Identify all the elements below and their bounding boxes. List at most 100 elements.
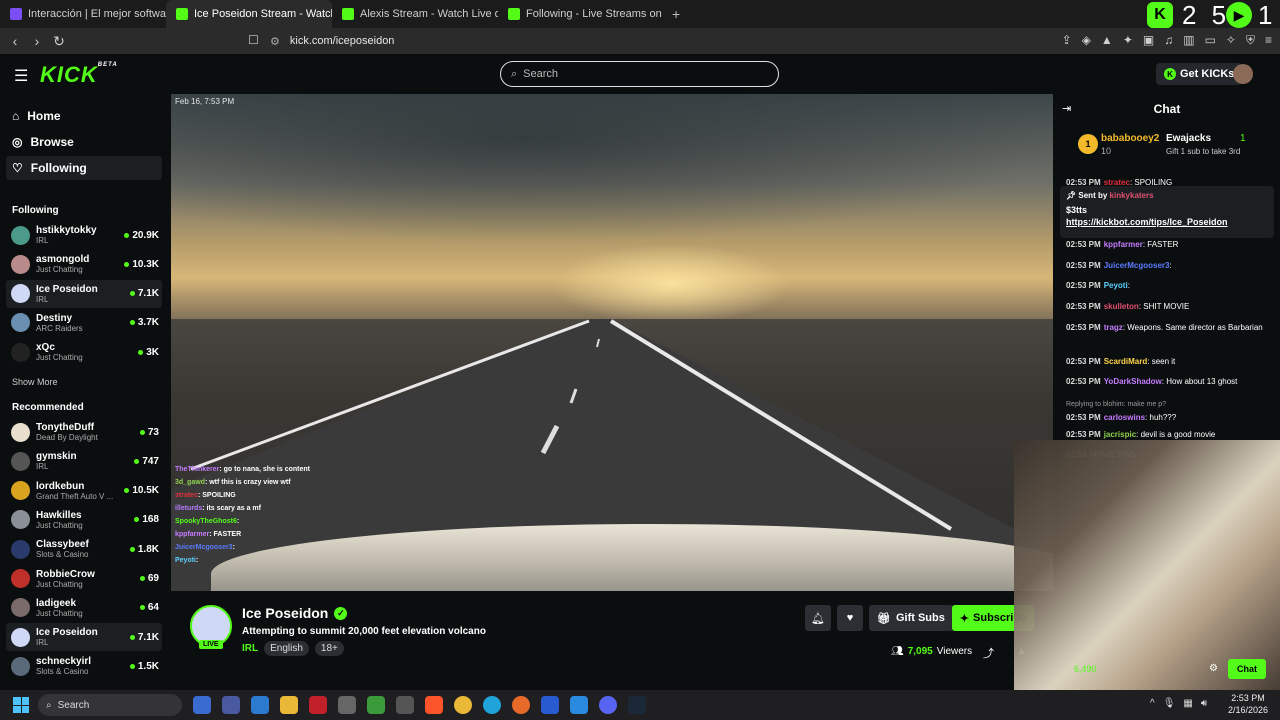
age-tag[interactable]: 18+ <box>314 641 344 656</box>
message-user[interactable]: ScardiMard <box>1104 357 1148 366</box>
sidebar-channel[interactable]: Ice Poseidon IRL 7.1K <box>6 279 162 308</box>
sidebar-channel[interactable]: TonytheDuff Dead By Daylight 73 <box>6 418 162 446</box>
sidebar-channel[interactable]: Ice Poseidon IRL 7.1K <box>6 623 162 652</box>
network-icon[interactable]: ▦ <box>1183 698 1192 709</box>
browser-tab[interactable]: Interacción | El mejor software para p <box>0 0 166 28</box>
follow-button[interactable]: ♥ <box>837 605 863 631</box>
sidebar-icon[interactable]: ▥ <box>1183 33 1194 48</box>
app-icon[interactable] <box>193 696 211 714</box>
chat-message[interactable]: 02:53 PM ScardiMard: seen it <box>1066 355 1276 368</box>
folder-icon[interactable] <box>280 696 298 714</box>
message-user[interactable]: skulleton <box>1104 302 1139 311</box>
streamer-name[interactable]: Ice Poseidon <box>242 605 328 621</box>
sidebar-item-home[interactable]: ⌂ Home <box>6 104 162 128</box>
category-link[interactable]: IRL <box>242 643 258 654</box>
screenshot-icon[interactable]: ▣ <box>1143 33 1154 48</box>
app-icon[interactable] <box>338 696 356 714</box>
chat-message[interactable]: 02:53 PM Peyoti: <box>1066 279 1276 292</box>
share-icon[interactable]: ⤴ <box>983 645 994 661</box>
music-icon[interactable]: ♫ <box>1164 33 1173 48</box>
sidebar-channel[interactable]: xQc Just Chatting 3K <box>6 338 162 366</box>
message-user[interactable]: YoDarkShadow <box>1104 377 1162 386</box>
sidebar-channel[interactable]: RobbieCrow Just Chatting 69 <box>6 565 162 593</box>
discord-icon[interactable] <box>599 696 617 714</box>
forward-icon[interactable]: › <box>26 33 48 49</box>
sidebar-item-following[interactable]: ♡ Following <box>6 156 162 180</box>
chat-settings-icon[interactable]: ⚙ <box>1209 663 1218 674</box>
puzzle-icon[interactable]: ✦ <box>1123 33 1133 48</box>
sidebar-channel[interactable]: Hawkilles Just Chatting 168 <box>6 506 162 534</box>
search-input[interactable]: ⌕ Search <box>500 61 779 87</box>
bookmark-icon[interactable]: ☐ <box>248 33 259 47</box>
share-icon[interactable]: ⇪ <box>1062 33 1072 48</box>
url-field[interactable]: ⚙ kick.com/iceposeidon <box>270 31 990 51</box>
chrome-icon[interactable] <box>454 696 472 714</box>
pinned-message[interactable]: 📌︎ Sent by kinkykaters $3tts https://kic… <box>1060 186 1274 238</box>
vscode-icon[interactable] <box>570 696 588 714</box>
site-info-icon[interactable]: ⚙ <box>270 35 280 48</box>
shield-icon[interactable]: ◈ <box>1082 33 1091 48</box>
browser-tab[interactable]: Alexis Stream - Watch Live on Kick <box>332 0 498 28</box>
leader-first-name[interactable]: bababooey2 <box>1101 133 1159 144</box>
app-icon[interactable] <box>367 696 385 714</box>
reload-icon[interactable]: ↻ <box>48 33 70 50</box>
sidebar-channel[interactable]: ladigeek Just Chatting 64 <box>6 594 162 622</box>
message-user[interactable]: carloswins <box>1104 413 1145 422</box>
app-icon[interactable] <box>251 696 269 714</box>
video-player[interactable]: Feb 16, 7:53 PM TheThinkerer: go to nana… <box>171 94 1053 591</box>
app-icon[interactable] <box>222 696 240 714</box>
chat-message[interactable]: Replying to blohim: make me p? 02:53 PM ca… <box>1066 398 1276 424</box>
leader-second-name[interactable]: Ewajacks <box>1166 133 1211 144</box>
gift-prompt[interactable]: Gift 1 sub to take 3rd <box>1166 147 1240 156</box>
app-icon[interactable] <box>396 696 414 714</box>
chat-message[interactable]: 02:53 PM JuicerMcgooser3: <box>1066 259 1276 272</box>
back-icon[interactable]: ‹ <box>4 33 26 49</box>
menu-icon[interactable]: ≡ <box>1265 33 1272 48</box>
volume-icon[interactable]: 🔊︎ <box>1201 698 1207 709</box>
message-user[interactable]: Peyoti <box>1104 281 1128 290</box>
firefox-icon[interactable] <box>512 696 530 714</box>
chevron-up-icon[interactable]: ^ <box>1150 698 1155 709</box>
show-more-link[interactable]: Show More <box>12 377 58 387</box>
chat-message[interactable]: 02:53 PM skulleton: SHIT MOVIE <box>1066 300 1276 313</box>
vpn-icon[interactable]: ⛨ <box>1246 33 1255 48</box>
chat-message[interactable]: 02:53 PM YoDarkShadow: How about 13 ghost <box>1066 375 1276 388</box>
mic-icon[interactable]: 🎙︎ <box>1163 698 1176 709</box>
message-user[interactable]: JuicerMcgooser3 <box>1104 261 1170 270</box>
chat-message[interactable]: 02:53 PM kppfarmer: FASTER <box>1066 238 1276 251</box>
sidebar-channel[interactable]: lordkebun Grand Theft Auto V ... 10.5K <box>6 477 162 505</box>
ai-icon[interactable]: ✧ <box>1226 33 1236 48</box>
browser-tab-active[interactable]: Ice Poseidon Stream - Watch✕ <box>166 0 332 28</box>
taskbar-search[interactable]: ⌕ Search <box>38 694 182 716</box>
windows-start-icon[interactable] <box>13 697 29 713</box>
kick-logo[interactable]: KICKBETA <box>40 62 118 88</box>
message-user[interactable]: tragz <box>1104 323 1123 332</box>
menu-icon[interactable]: ☰ <box>14 66 28 86</box>
chat-message[interactable]: 02:53 PM tragz: Weapons. Same director as… <box>1066 321 1276 334</box>
get-kicks-button[interactable]: K Get KICKs <box>1156 63 1243 85</box>
brave-icon[interactable] <box>425 696 443 714</box>
browser-tab[interactable]: Following - Live Streams on Kick <box>498 0 664 28</box>
send-chat-button[interactable]: Chat <box>1228 659 1266 679</box>
gift-subs-button[interactable]: 🎁︎ Gift Subs <box>869 605 953 631</box>
language-tag[interactable]: English <box>264 641 309 656</box>
edge-icon[interactable] <box>483 696 501 714</box>
app-icon[interactable] <box>309 696 327 714</box>
message-user[interactable]: jacrispic <box>1104 430 1136 439</box>
sidebar-channel[interactable]: asmongold Just Chatting 10.3K <box>6 250 162 278</box>
sidebar-channel[interactable]: hstikkytokky IRL 20.9K <box>6 221 162 249</box>
user-avatar[interactable] <box>1233 64 1253 84</box>
sidebar-channel[interactable]: gymskin IRL 747 <box>6 447 162 475</box>
message-user[interactable]: kppfarmer <box>1104 240 1143 249</box>
sidebar-item-browse[interactable]: ◎ Browse <box>6 130 162 154</box>
sidebar-channel[interactable]: Destiny ARC Raiders 3.7K <box>6 309 162 337</box>
app-icon[interactable] <box>541 696 559 714</box>
new-tab-icon[interactable]: + <box>664 6 688 22</box>
wallet-icon[interactable]: ▭ <box>1205 33 1216 48</box>
alert-icon[interactable]: ▲ <box>1101 33 1113 48</box>
steam-icon[interactable] <box>628 696 646 714</box>
clock[interactable]: 2:53 PM 2/16/2026 <box>1228 692 1268 716</box>
pinned-link[interactable]: https://kickbot.com/tips/Ice_Poseidon <box>1066 217 1268 227</box>
notification-button[interactable]: 🔔︎ <box>805 605 831 631</box>
sidebar-channel[interactable]: Classybeef Slots & Casino 1.8K <box>6 535 162 563</box>
